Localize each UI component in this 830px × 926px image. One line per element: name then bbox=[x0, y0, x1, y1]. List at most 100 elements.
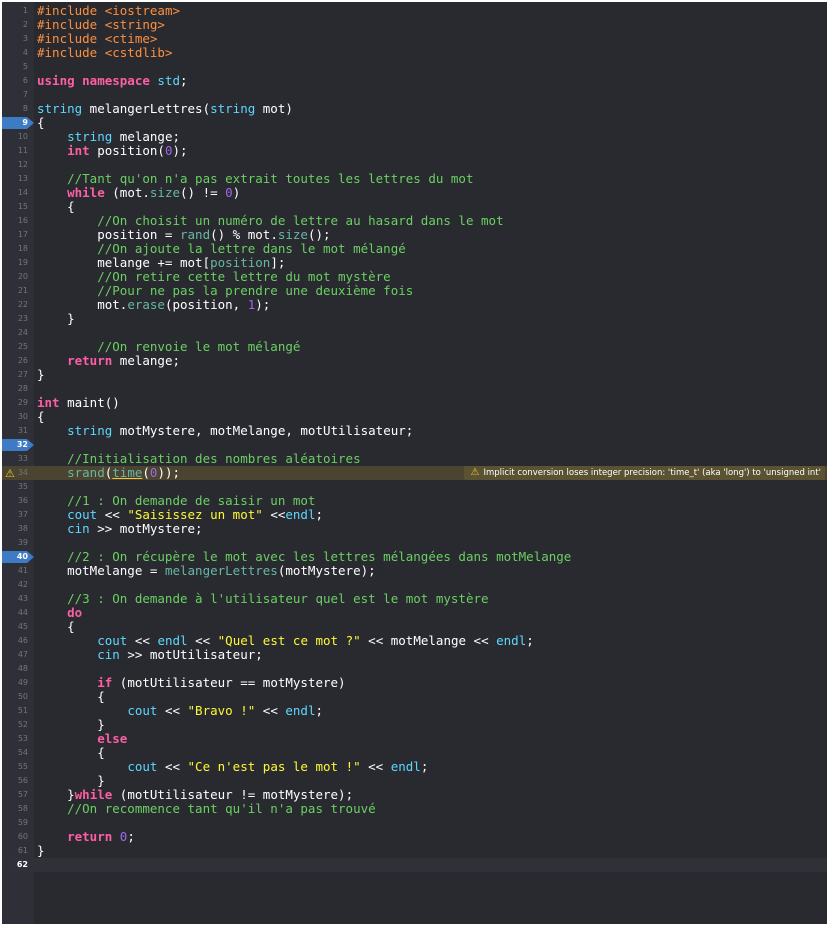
code-line[interactable]: 12 bbox=[2, 158, 827, 172]
line-number[interactable]: 19 bbox=[2, 256, 28, 270]
code-line[interactable]: 9{ bbox=[2, 116, 827, 130]
line-number[interactable]: 30 bbox=[2, 410, 28, 424]
code-text[interactable]: //On choisit un numéro de lettre au hasa… bbox=[37, 214, 503, 228]
line-number[interactable]: 14 bbox=[2, 186, 28, 200]
code-line[interactable]: 28 bbox=[2, 382, 827, 396]
code-line[interactable]: 52 } bbox=[2, 718, 827, 732]
line-number[interactable]: 37 bbox=[2, 508, 28, 522]
code-line[interactable]: 24 bbox=[2, 326, 827, 340]
code-text[interactable]: //Pour ne pas la prendre une deuxième fo… bbox=[37, 284, 413, 298]
line-number[interactable]: 26 bbox=[2, 354, 28, 368]
line-number[interactable]: 11 bbox=[2, 144, 28, 158]
code-line[interactable]: 59 bbox=[2, 816, 827, 830]
line-number[interactable]: 56 bbox=[2, 774, 28, 788]
code-line[interactable]: 47 cin >> motUtilisateur; bbox=[2, 648, 827, 662]
code-line[interactable]: 6 using namespace std; bbox=[2, 74, 827, 88]
code-line[interactable]: 57 }while (motUtilisateur != motMystere)… bbox=[2, 788, 827, 802]
code-text[interactable]: return melange; bbox=[37, 354, 180, 368]
code-line[interactable]: 17 position = rand() % mot.size(); bbox=[2, 228, 827, 242]
line-number[interactable]: 61 bbox=[2, 844, 28, 858]
line-number[interactable]: 15 bbox=[2, 200, 28, 214]
code-line[interactable]: 37 cout << "Saisissez un mot" <<endl; bbox=[2, 508, 827, 522]
line-number[interactable]: 59 bbox=[2, 816, 28, 830]
code-line[interactable]: 7 bbox=[2, 88, 827, 102]
code-text[interactable]: position = rand() % mot.size(); bbox=[37, 228, 330, 242]
code-text[interactable]: #include <string> bbox=[37, 18, 165, 32]
code-text[interactable]: } bbox=[37, 718, 105, 732]
line-number[interactable]: 25 bbox=[2, 340, 28, 354]
line-number[interactable]: 47 bbox=[2, 648, 28, 662]
line-number[interactable]: 31 bbox=[2, 424, 28, 438]
code-text[interactable]: using namespace std; bbox=[37, 74, 188, 88]
line-number[interactable]: 53 bbox=[2, 732, 28, 746]
code-line[interactable]: 39 bbox=[2, 536, 827, 550]
line-number[interactable]: 17 bbox=[2, 228, 28, 242]
code-line[interactable]: 8 string melangerLettres(string mot) bbox=[2, 102, 827, 116]
code-line[interactable]: 10 string melange; bbox=[2, 130, 827, 144]
code-line[interactable]: 46 cout << endl << "Quel est ce mot ?" <… bbox=[2, 634, 827, 648]
code-text[interactable]: melange += mot[position]; bbox=[37, 256, 285, 270]
code-line[interactable]: 19 melange += mot[position]; bbox=[2, 256, 827, 270]
code-line[interactable]: 22 mot.erase(position, 1); bbox=[2, 298, 827, 312]
code-editor[interactable]: 1 #include <iostream> 2 #include <string> 3 #… bbox=[2, 2, 827, 924]
line-number[interactable]: 7 bbox=[2, 88, 28, 102]
code-text[interactable]: int position(0); bbox=[37, 144, 187, 158]
line-number[interactable]: 38 bbox=[2, 522, 28, 536]
line-number[interactable]: 1 bbox=[2, 4, 28, 18]
line-number[interactable]: 3 bbox=[2, 32, 28, 46]
code-text[interactable]: cin >> motMystere; bbox=[37, 522, 202, 536]
line-number[interactable]: 6 bbox=[2, 74, 28, 88]
code-text[interactable]: //3 : On demande à l'utilisateur quel es… bbox=[37, 592, 488, 606]
code-text[interactable]: if (motUtilisateur == motMystere) bbox=[37, 676, 345, 690]
line-number[interactable]: 51 bbox=[2, 704, 28, 718]
code-line[interactable]: 60 return 0; bbox=[2, 830, 827, 844]
code-line[interactable]: 58 //On recommence tant qu'il n'a pas tr… bbox=[2, 802, 827, 816]
code-line[interactable]: 14 while (mot.size() != 0) bbox=[2, 186, 827, 200]
code-line[interactable]: 42 bbox=[2, 578, 827, 592]
code-line[interactable]: 35 bbox=[2, 480, 827, 494]
code-line[interactable]: 43 //3 : On demande à l'utilisateur quel… bbox=[2, 592, 827, 606]
line-number[interactable]: 27 bbox=[2, 368, 28, 382]
code-line[interactable]: 53 else bbox=[2, 732, 827, 746]
warning-icon[interactable]: ⚠ bbox=[5, 467, 15, 481]
code-line[interactable]: 26 return melange; bbox=[2, 354, 827, 368]
line-number[interactable]: 46 bbox=[2, 634, 28, 648]
line-number[interactable]: 35 bbox=[2, 480, 28, 494]
line-number[interactable]: 60 bbox=[2, 830, 28, 844]
code-text[interactable]: { bbox=[37, 620, 75, 634]
code-text[interactable]: } bbox=[37, 844, 45, 858]
line-number[interactable]: 52 bbox=[2, 718, 28, 732]
line-number[interactable]: 13 bbox=[2, 172, 28, 186]
code-line[interactable]: 50 { bbox=[2, 690, 827, 704]
line-number[interactable]: 48 bbox=[2, 662, 28, 676]
line-number[interactable]: 2 bbox=[2, 18, 28, 32]
code-line[interactable]: 25 //On renvoie le mot mélangé bbox=[2, 340, 827, 354]
code-line[interactable]: 40 //2 : On récupère le mot avec les let… bbox=[2, 550, 827, 564]
code-text[interactable]: #include <cstdlib> bbox=[37, 46, 172, 60]
code-line[interactable]: 45 { bbox=[2, 620, 827, 634]
code-line[interactable]: 51 cout << "Bravo !" << endl; bbox=[2, 704, 827, 718]
line-number[interactable]: 33 bbox=[2, 452, 28, 466]
code-text[interactable]: { bbox=[37, 690, 105, 704]
line-number[interactable]: 16 bbox=[2, 214, 28, 228]
line-number[interactable]: 62 bbox=[2, 858, 28, 872]
line-number[interactable]: 18 bbox=[2, 242, 28, 256]
code-line[interactable]: 49 if (motUtilisateur == motMystere) bbox=[2, 676, 827, 690]
code-line[interactable]: 30 { bbox=[2, 410, 827, 424]
code-text[interactable]: //On ajoute la lettre dans le mot mélang… bbox=[37, 242, 406, 256]
line-number[interactable]: 36 bbox=[2, 494, 28, 508]
code-line[interactable]: 13 //Tant qu'on n'a pas extrait toutes l… bbox=[2, 172, 827, 186]
code-line[interactable]: 36 //1 : On demande de saisir un mot bbox=[2, 494, 827, 508]
line-number[interactable]: 29 bbox=[2, 396, 28, 410]
code-text[interactable]: //On recommence tant qu'il n'a pas trouv… bbox=[37, 802, 376, 816]
code-line[interactable]: 1 #include <iostream> bbox=[2, 4, 827, 18]
line-number[interactable]: 23 bbox=[2, 312, 28, 326]
code-text[interactable]: //On retire cette lettre du mot mystère bbox=[37, 270, 391, 284]
code-text[interactable]: #include <ctime> bbox=[37, 32, 157, 46]
line-number[interactable]: 10 bbox=[2, 130, 28, 144]
line-number[interactable]: 5 bbox=[2, 60, 28, 74]
code-text[interactable]: cout << "Saisissez un mot" <<endl; bbox=[37, 508, 323, 522]
code-line[interactable]: 33 //Initialisation des nombres aléatoir… bbox=[2, 452, 827, 466]
code-text[interactable]: }while (motUtilisateur != motMystere); bbox=[37, 788, 353, 802]
code-line[interactable]: 3 #include <ctime> bbox=[2, 32, 827, 46]
